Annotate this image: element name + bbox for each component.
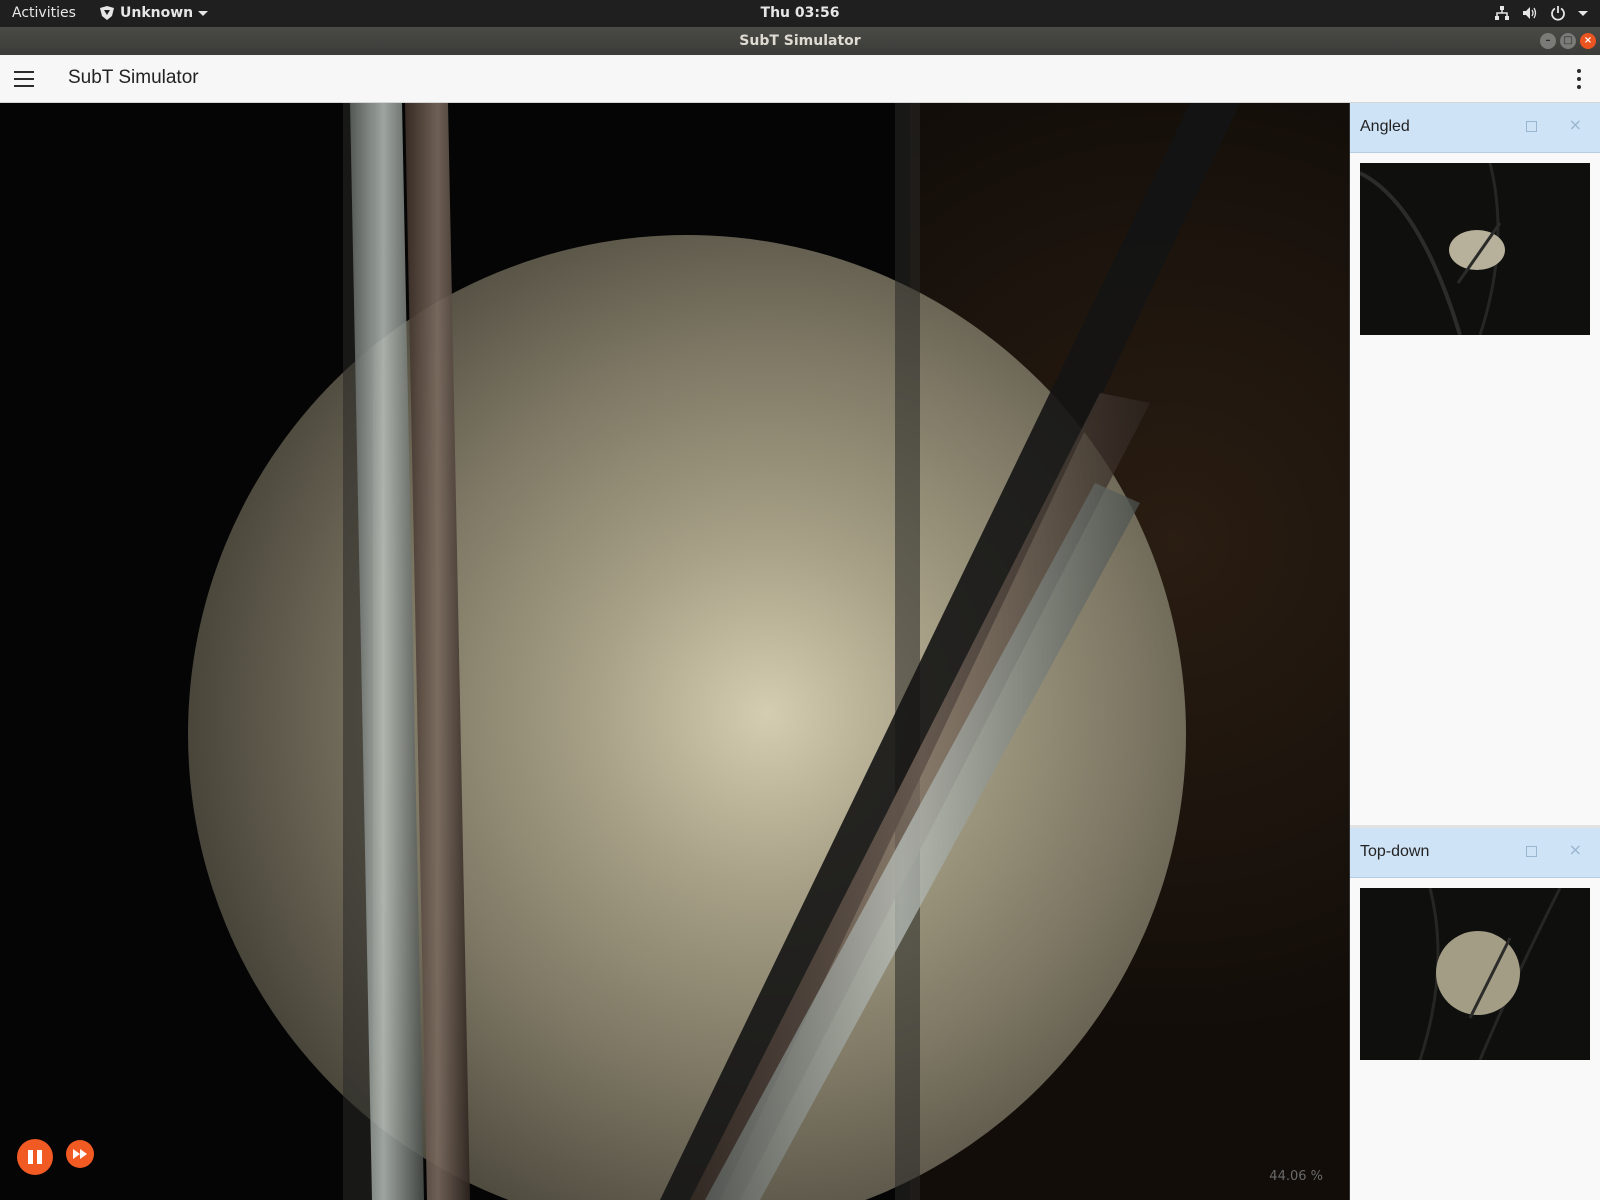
window-title-bar: SubT Simulator – □ × <box>0 27 1600 55</box>
pause-icon <box>28 1150 33 1164</box>
system-tray[interactable] <box>1494 5 1588 21</box>
more-options-icon[interactable] <box>1576 69 1582 89</box>
power-icon[interactable] <box>1550 5 1566 21</box>
pause-button[interactable] <box>17 1139 53 1175</box>
camera-image <box>1360 888 1590 1060</box>
panel-header-angled: Angled × <box>1350 103 1600 153</box>
right-dock: Angled × Top-down × <box>1350 103 1600 1200</box>
volume-icon[interactable] <box>1522 5 1538 21</box>
step-forward-button[interactable] <box>66 1140 94 1168</box>
camera-thumbnail-angled[interactable] <box>1360 163 1590 335</box>
clock: Thu 03:56 <box>0 5 1600 21</box>
network-icon[interactable] <box>1494 5 1510 21</box>
camera-image <box>1360 163 1590 335</box>
camera-thumbnail-top-down[interactable] <box>1360 888 1590 1060</box>
activities-button[interactable]: Activities <box>12 5 76 21</box>
fast-forward-icon <box>73 1149 87 1159</box>
close-window-button[interactable]: × <box>1580 33 1596 49</box>
chevron-down-icon <box>198 10 209 16</box>
maximize-panel-icon[interactable] <box>1526 846 1537 857</box>
maximize-button[interactable]: □ <box>1560 33 1576 49</box>
pipe-structures <box>350 103 1240 1200</box>
system-top-bar: Activities Unknown Thu 03:56 <box>0 0 1600 27</box>
app-menu[interactable]: Unknown <box>99 5 209 21</box>
app-toolbar: SubT Simulator <box>0 55 1600 103</box>
app-menu-label: Unknown <box>120 5 194 21</box>
clock-label[interactable]: Thu 03:56 <box>761 5 840 21</box>
maximize-panel-icon[interactable] <box>1526 121 1537 132</box>
panel-title: Angled <box>1360 118 1410 135</box>
realtime-factor-text: 44.06 % <box>1269 1169 1323 1184</box>
menu-icon[interactable] <box>14 71 34 87</box>
app-icon <box>100 6 114 20</box>
panel-title: Top-down <box>1360 843 1430 860</box>
system-menu-caret-icon[interactable] <box>1578 10 1588 16</box>
window-controls: – □ × <box>1540 33 1596 49</box>
app-title: SubT Simulator <box>68 67 199 88</box>
minimize-button[interactable]: – <box>1540 33 1556 49</box>
close-panel-icon[interactable]: × <box>1569 115 1582 134</box>
panel-header-top-down: Top-down × <box>1350 828 1600 878</box>
scene-3d-view[interactable]: 44.06 % <box>0 103 1350 1200</box>
window-title: SubT Simulator <box>739 33 861 49</box>
close-panel-icon[interactable]: × <box>1569 840 1582 859</box>
